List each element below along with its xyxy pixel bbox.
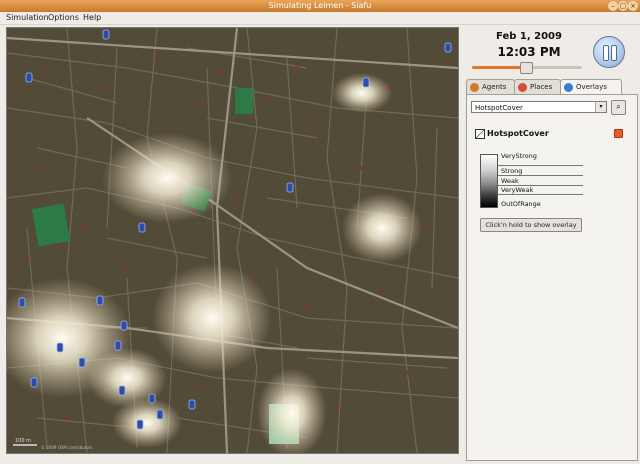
legend-weak: Weak [501,177,519,185]
overlay-select[interactable]: HotspotCover ▾ [471,101,607,113]
sim-time: 12:03 PM [497,45,561,59]
pause-button[interactable] [593,36,625,68]
pause-icon [603,45,609,61]
overlay-type-icon [475,129,485,139]
minimize-button[interactable]: – [608,1,618,11]
menu-help[interactable]: Help [83,12,101,24]
simulation-map[interactable]: 100 m © 2009 OSM contributors [6,27,459,454]
close-overlay-icon[interactable] [614,129,623,138]
legend-strong: Strong [501,167,523,175]
legend-verystrong: VeryStrong [501,152,537,160]
menu-options[interactable]: Options [48,12,79,24]
control-sidebar: Feb 1, 2009 12:03 PM Agents Places Overl… [462,24,640,464]
overlay-select-value: HotspotCover [475,104,523,112]
sim-date: Feb 1, 2009 [496,31,562,42]
scale-label: 100 m [15,438,31,444]
overlay-legend: VeryStrong Strong Weak VeryWeak OutOfRan… [480,152,590,214]
legend-divider [498,175,583,176]
window-title: Simulating Leimen - Siafu [268,1,372,10]
tab-agents[interactable]: Agents [466,79,515,95]
legend-gradient [480,154,498,208]
close-button[interactable]: × [628,1,638,11]
search-icon[interactable]: ⌕ [611,100,626,115]
legend-divider [498,194,583,195]
slider-thumb[interactable] [520,62,533,74]
sidebar-tabs: Agents Places Overlays [466,79,636,96]
maximize-button[interactable]: ▢ [618,1,628,11]
tab-places-label: Places [530,83,553,91]
map-canvas[interactable]: 100 m © 2009 OSM contributors [7,28,458,453]
agent-icon [470,83,479,92]
show-overlay-button[interactable]: Click'n hold to show overlay [480,218,582,232]
slider-fill [472,66,524,69]
legend-veryweak: VeryWeak [501,186,534,194]
map-copyright: © 2009 OSM contributors [41,445,92,450]
tab-places[interactable]: Places [514,79,561,95]
legend-outofrange: OutOfRange [501,200,541,208]
overlays-icon [564,83,573,92]
overlay-title: HotspotCover [487,129,549,138]
places-icon [518,83,527,92]
legend-divider [498,165,583,166]
pause-icon-bar [611,45,617,61]
chevron-down-icon[interactable]: ▾ [595,102,606,112]
overlays-panel: HotspotCover ▾ ⌕ HotspotCover VeryStrong… [466,94,638,461]
tab-agents-label: Agents [482,83,507,91]
menu-simulation[interactable]: Simulation [6,12,49,24]
speed-slider[interactable] [472,62,582,74]
tab-overlays-label: Overlays [576,83,607,91]
